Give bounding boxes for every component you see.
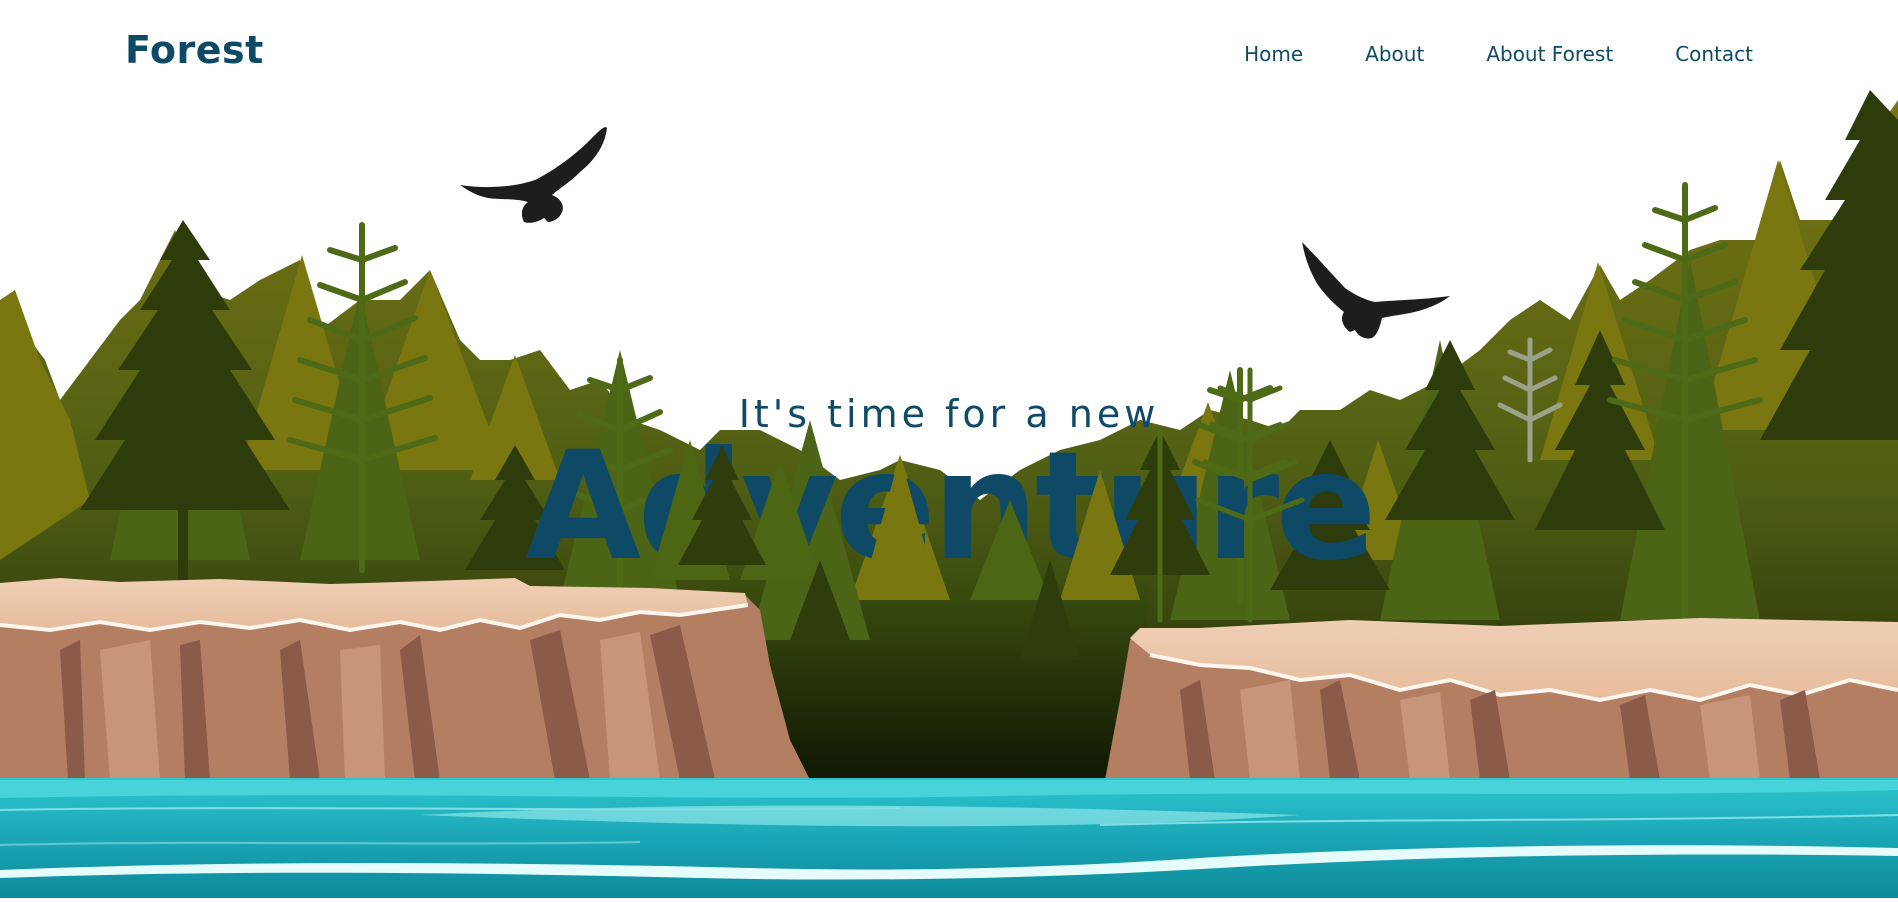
nav-menu: Home About About Forest Contact bbox=[1244, 42, 1753, 66]
brand-logo[interactable]: Forest bbox=[125, 28, 264, 72]
hero-headline: Adventure bbox=[525, 420, 1377, 594]
nav-link-about-forest[interactable]: About Forest bbox=[1486, 42, 1613, 66]
river bbox=[0, 778, 1898, 898]
right-cliff bbox=[1105, 618, 1898, 780]
nav-link-home[interactable]: Home bbox=[1244, 42, 1303, 66]
eagle-icon bbox=[460, 127, 607, 223]
eagle-icon bbox=[1302, 242, 1450, 339]
left-cliff bbox=[0, 578, 810, 780]
hero-tagline: It's time for a new bbox=[738, 392, 1160, 436]
top-navigation: Forest Home About About Forest Contact bbox=[0, 0, 1898, 110]
nav-link-contact[interactable]: Contact bbox=[1675, 42, 1753, 66]
nav-link-about[interactable]: About bbox=[1365, 42, 1424, 66]
